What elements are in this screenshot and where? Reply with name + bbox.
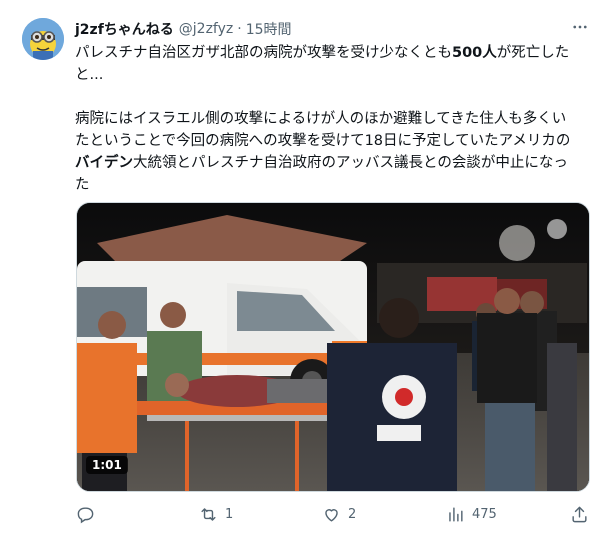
timestamp[interactable]: 15時間 [246,19,292,39]
heart-icon [325,508,338,522]
author-name[interactable]: j2zfちゃんねる [75,19,174,39]
avatar[interactable] [22,18,64,60]
views-count: 475 [472,506,497,522]
video-player[interactable] [76,202,590,492]
author-handle[interactable]: @j2zfyz [179,21,233,37]
views-button[interactable]: 475 [446,500,497,528]
action-bar: 1 2 475 [72,500,602,528]
video-thumbnail [77,203,589,491]
text-line: 病院にはイスラエル側の攻撃によるけが人のほか避難してきた住人も多くい [75,111,567,127]
like-button[interactable]: 2 [322,500,356,528]
text-line: た [75,177,90,193]
retweet-count: 1 [225,506,234,522]
reply-button[interactable] [76,500,102,528]
share-icon [572,506,587,522]
text-line: パレスチナ自治区ガザ北部の病院が攻撃を受け少なくとも500人が死亡した [75,45,570,61]
text-line: バイデン大統領とパレスチナ自治政府のアッバス議長との会談が中止になっ [75,155,568,171]
reply-icon [77,506,94,523]
views-chart-icon [449,506,463,522]
text-line: たということで今回の病院への攻撃を受けて18日に予定していたアメリカの [75,133,571,149]
separator: · [237,21,242,37]
tweet-header: j2zfちゃんねる @j2zfyz · 15時間 [75,18,292,40]
share-button[interactable] [570,500,589,528]
avatar-image [22,18,64,60]
tweet-card[interactable]: j2zfちゃんねる @j2zfyz · 15時間 パレスチナ自治区ガザ北部の病院… [0,0,615,539]
more-options-button[interactable] [569,16,591,38]
more-icon [573,25,587,29]
retweet-button[interactable]: 1 [199,500,233,528]
like-count: 2 [348,506,357,522]
text-line: と... [75,67,104,83]
video-duration-badge: 1:01 [86,456,128,474]
tweet-text: パレスチナ自治区ガザ北部の病院が攻撃を受け少なくとも500人が死亡した と...… [75,42,595,196]
retweet-icon [201,507,216,521]
